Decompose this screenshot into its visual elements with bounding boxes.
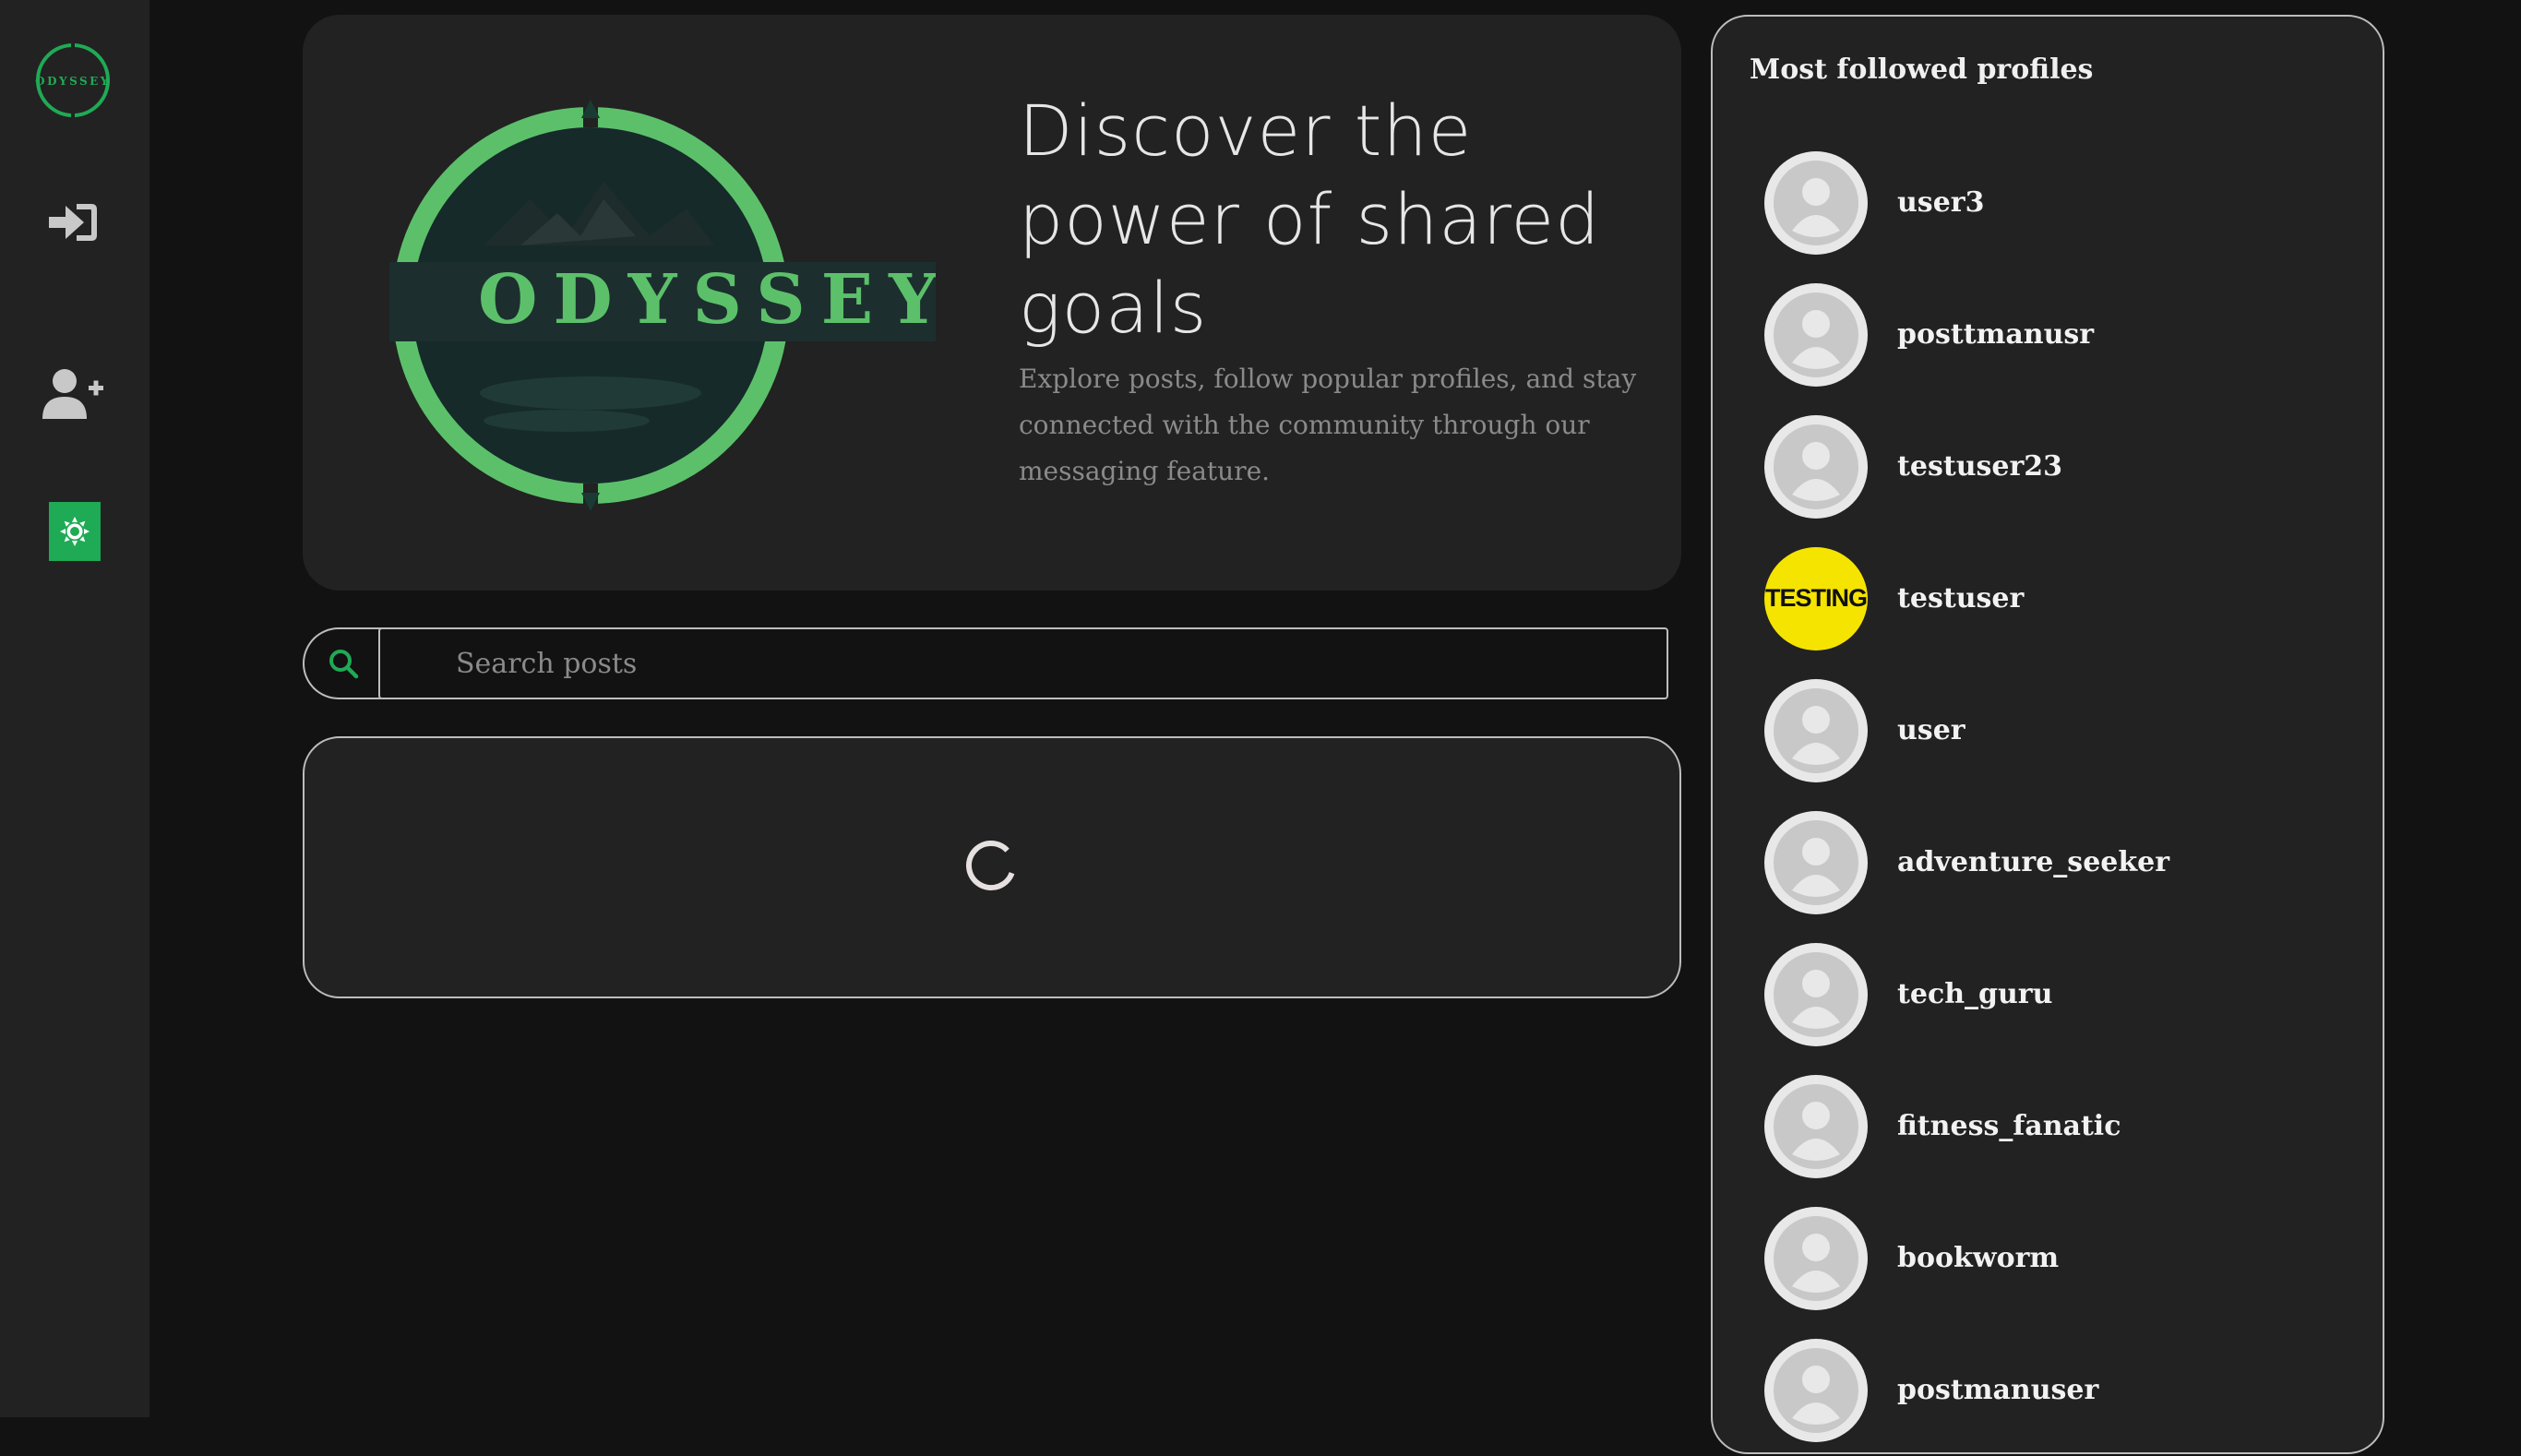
profile-item[interactable]: bookworm bbox=[1764, 1192, 2355, 1324]
default-avatar-icon bbox=[1764, 1074, 1868, 1178]
user-plus-icon bbox=[42, 369, 103, 419]
avatar-text: TESTING bbox=[1764, 584, 1868, 612]
sign-in-icon bbox=[49, 204, 97, 241]
search-bar bbox=[303, 627, 1668, 699]
most-followed-profiles-panel: Most followed profiles user3 posttmanusr… bbox=[1711, 15, 2384, 1454]
loading-spinner bbox=[962, 836, 1021, 895]
profile-username: testuser23 bbox=[1897, 450, 2063, 483]
profile-item[interactable]: TESTING testuser bbox=[1764, 532, 2355, 664]
sidebar-logo-text: ODYSSEY bbox=[35, 75, 111, 88]
hero-logo-text: ODYSSEY bbox=[478, 260, 936, 340]
profile-item[interactable]: fitness_fanatic bbox=[1764, 1060, 2355, 1192]
profile-item[interactable]: user bbox=[1764, 664, 2355, 796]
odyssey-logo-icon: ODYSSEY bbox=[35, 42, 111, 118]
profiles-title: Most followed profiles bbox=[1750, 54, 2094, 86]
hero-subtitle: Explore posts, follow popular profiles, … bbox=[1019, 364, 1637, 486]
hero-banner: ODYSSEY Discover the power of shared goa… bbox=[303, 15, 1681, 591]
profile-item[interactable]: tech_guru bbox=[1764, 928, 2355, 1060]
testing-avatar: TESTING bbox=[1764, 546, 1868, 650]
profile-item[interactable]: adventure_seeker bbox=[1764, 796, 2355, 928]
hero-title: Discover the power of shared goals bbox=[1019, 90, 1601, 349]
default-avatar-icon bbox=[1764, 678, 1868, 782]
default-avatar-icon bbox=[1764, 282, 1868, 387]
default-avatar-icon bbox=[1764, 810, 1868, 914]
default-avatar-icon bbox=[1764, 1338, 1868, 1442]
loading-spinner-icon bbox=[966, 841, 1015, 890]
posts-feed bbox=[303, 736, 1681, 998]
profile-item[interactable]: posttmanusr bbox=[1764, 269, 2355, 400]
theme-toggle-button[interactable] bbox=[49, 502, 101, 561]
profile-list: user3 posttmanusr testuser23 TESTING tes… bbox=[1764, 137, 2355, 1456]
profile-username: user3 bbox=[1897, 186, 1985, 219]
profile-item[interactable]: postmanuser bbox=[1764, 1324, 2355, 1456]
odyssey-compass-logo-icon: ODYSSEY bbox=[389, 100, 943, 511]
sun-icon bbox=[60, 517, 90, 546]
profile-username: bookworm bbox=[1897, 1242, 2060, 1274]
sidebar-logo[interactable]: ODYSSEY bbox=[33, 41, 113, 120]
profile-username: adventure_seeker bbox=[1897, 846, 2170, 878]
default-avatar-icon bbox=[1764, 1206, 1868, 1310]
profile-username: posttmanusr bbox=[1897, 318, 2095, 351]
sidebar: ODYSSEY bbox=[0, 0, 149, 1417]
profile-username: postmanuser bbox=[1897, 1374, 2099, 1406]
profile-username: user bbox=[1897, 714, 1965, 746]
profile-username: fitness_fanatic bbox=[1897, 1110, 2121, 1142]
profile-username: tech_guru bbox=[1897, 978, 2053, 1010]
default-avatar-icon bbox=[1764, 150, 1868, 255]
search-button[interactable] bbox=[303, 627, 382, 699]
default-avatar-icon bbox=[1764, 942, 1868, 1046]
search-input[interactable] bbox=[378, 627, 1668, 699]
search-icon bbox=[329, 650, 359, 679]
login-button[interactable] bbox=[33, 183, 113, 262]
register-button[interactable] bbox=[33, 354, 113, 434]
hero-logo: ODYSSEY bbox=[382, 98, 943, 513]
profile-item[interactable]: testuser23 bbox=[1764, 400, 2355, 532]
default-avatar-icon bbox=[1764, 414, 1868, 519]
profile-item[interactable]: user3 bbox=[1764, 137, 2355, 269]
profile-username: testuser bbox=[1897, 582, 2025, 615]
